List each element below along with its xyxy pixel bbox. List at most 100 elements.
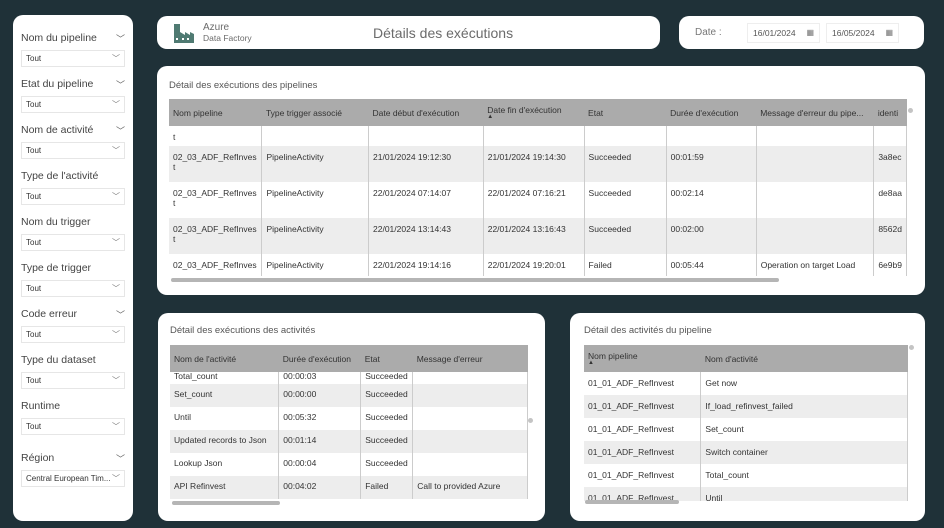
table-cell: Failed (584, 254, 667, 276)
table-cell: 21/01/2024 19:12:30 (368, 146, 484, 182)
filter-dropdown[interactable]: Tout ﹀ (21, 142, 125, 159)
table-cell: 01_01_ADF_RefInvest (584, 441, 702, 464)
column-header[interactable]: Message d'erreur du pipe... (756, 99, 874, 126)
column-header[interactable]: Durée d'exécution (278, 345, 361, 372)
table-cell: 22/01/2024 07:14:07 (368, 182, 484, 218)
table-row[interactable]: Until 00:05:32 Succeeded (170, 407, 528, 430)
chevron-down-icon[interactable]: ﹀ (116, 308, 125, 321)
table-row[interactable]: 02_03_ADF_RefInves t PipelineActivity 21/0… (169, 146, 907, 182)
calendar-icon[interactable]: ▦ (885, 28, 893, 37)
column-header[interactable]: Durée d'exécution (666, 99, 757, 126)
table-cell: Set_count (170, 384, 280, 407)
table-row[interactable]: 01_01_ADF_RefInvest If_load_refinvest_fai… (584, 395, 908, 418)
chevron-down-icon: ﹀ (112, 474, 120, 483)
column-header[interactable]: Date début d'exécution (368, 99, 484, 126)
table-cell: Succeeded (360, 407, 414, 430)
vertical-scrollbar[interactable] (908, 108, 913, 113)
column-header[interactable]: Nom d'activité (700, 345, 908, 372)
table-row[interactable]: 01_01_ADF_RefInvest Set_count (584, 418, 908, 441)
chevron-down-icon: ﹀ (112, 330, 120, 339)
table-cell: Set_count (700, 418, 908, 441)
chevron-down-icon[interactable]: ﹀ (116, 32, 125, 45)
table-row[interactable]: 01_01_ADF_RefInvest Total_count (584, 464, 908, 487)
sort-asc-icon[interactable]: ▲ (588, 360, 697, 366)
table-row[interactable]: Lookup Json 00:00:04 Succeeded (170, 453, 528, 476)
column-header[interactable]: Etat (584, 99, 667, 126)
table-cell (756, 218, 875, 254)
filter-dropdown[interactable]: Tout ﹀ (21, 418, 125, 435)
column-header[interactable]: Nom de l'activité (170, 345, 279, 372)
table-row[interactable]: 02_03_ADF_RefInves t PipelineActivity 22/0… (169, 182, 907, 218)
table-cell: PipelineActivity (261, 218, 369, 254)
column-header[interactable]: identi (873, 99, 907, 126)
vertical-scrollbar[interactable] (909, 345, 914, 350)
horizontal-scrollbar[interactable] (171, 278, 779, 282)
table-row[interactable]: API Refinvest 00:04:02 Failed Call to provi… (170, 476, 528, 499)
column-header[interactable]: Type trigger associé (261, 99, 369, 126)
filter-dropdown[interactable]: Tout ﹀ (21, 96, 125, 113)
filter-value: Tout (26, 146, 42, 155)
column-header[interactable]: Message d'erreur (412, 345, 528, 372)
table-row[interactable]: Set_count 00:00:00 Succeeded (170, 384, 528, 407)
column-header[interactable]: Etat (360, 345, 413, 372)
table-row[interactable]: Updated records to Json 00:01:14 Succeeded (170, 430, 528, 453)
vertical-scrollbar[interactable] (528, 418, 533, 423)
sort-asc-icon[interactable]: ▲ (487, 114, 580, 120)
table-cell: 01_01_ADF_RefInvest (584, 418, 702, 441)
table-cell: 01_01_ADF_RefInvest (584, 372, 702, 395)
filter-dropdown[interactable]: Tout ﹀ (21, 280, 125, 297)
filter-value: Tout (26, 54, 42, 63)
table-cell: PipelineActivity (261, 254, 369, 276)
column-header[interactable]: Nom pipeline (169, 99, 262, 126)
calendar-icon[interactable]: ▦ (806, 28, 814, 37)
table-cell: 8562d (873, 218, 907, 254)
table-cell: Succeeded (360, 384, 414, 407)
table-cell: API Refinvest (170, 476, 280, 499)
filter-value: Tout (26, 238, 42, 247)
page-title: Détails des exécutions (373, 24, 514, 41)
filter-label-text: Type de trigger (21, 262, 92, 274)
table-cell (412, 453, 528, 476)
table-cell: Succeeded (584, 182, 667, 218)
filter-dropdown[interactable]: Tout ﹀ (21, 372, 125, 389)
filter-dropdown[interactable]: Central European Tim... ﹀ (21, 470, 125, 487)
logo-line2: Data Factory (203, 32, 252, 43)
table-row[interactable]: 02_03_ADF_RefInves PipelineActivity 22/01/… (169, 254, 907, 276)
panel-title: Détail des activités du pipeline (584, 325, 712, 336)
table-cell: 01_01_ADF_RefInvest (584, 395, 702, 418)
filter-value: Tout (26, 330, 42, 339)
table-row[interactable]: 01_01_ADF_RefInvest Until (584, 487, 908, 501)
filter-label: Type de l'activité (21, 167, 125, 185)
horizontal-scrollbar[interactable] (172, 501, 280, 505)
table-row[interactable]: t (169, 126, 907, 146)
column-header[interactable]: Date fin d'exécution ▲ (483, 99, 585, 126)
table-cell: de8aa (873, 182, 907, 218)
table-cell (412, 430, 528, 453)
chevron-down-icon[interactable]: ﹀ (116, 452, 125, 465)
start-date-input[interactable]: 16/01/2024 ▦ (747, 22, 820, 43)
horizontal-scrollbar[interactable] (585, 500, 679, 504)
table-header: Nom pipeline ▲ Nom d'activité (584, 345, 908, 372)
filter-dropdown[interactable]: Tout ﹀ (21, 188, 125, 205)
end-date-input[interactable]: 16/05/2024 ▦ (826, 22, 899, 43)
logo-line1: Azure (203, 21, 230, 33)
table-cell: 02_03_ADF_RefInves t (169, 218, 263, 254)
filter-dropdown[interactable]: Tout ﹀ (21, 50, 125, 67)
table-cell (756, 126, 875, 146)
table-cell: Total_count (170, 372, 280, 384)
column-header[interactable]: Nom pipeline ▲ (584, 345, 701, 372)
panel-title: Détail des exécutions des pipelines (169, 80, 318, 91)
table-cell: 00:00:00 (278, 384, 362, 407)
table-row[interactable]: 01_01_ADF_RefInvest Switch container (584, 441, 908, 464)
table-row[interactable]: 02_03_ADF_RefInves t PipelineActivity 22/0… (169, 218, 907, 254)
filter-dropdown[interactable]: Tout ﹀ (21, 326, 125, 343)
table-cell: 6e9b9 (873, 254, 907, 276)
chevron-down-icon: ﹀ (112, 422, 120, 431)
filter-label: Nom du pipeline ﹀ (21, 29, 125, 47)
chevron-down-icon[interactable]: ﹀ (116, 124, 125, 137)
filter-dropdown[interactable]: Tout ﹀ (21, 234, 125, 251)
table-row[interactable]: 01_01_ADF_RefInvest Get now (584, 372, 908, 395)
chevron-down-icon[interactable]: ﹀ (116, 78, 125, 91)
table-row[interactable]: Total_count 00:00:03 Succeeded (170, 372, 528, 384)
pipeline-activities-table: Nom pipeline ▲ Nom d'activité 01_01_ADF_Ref… (584, 345, 908, 501)
